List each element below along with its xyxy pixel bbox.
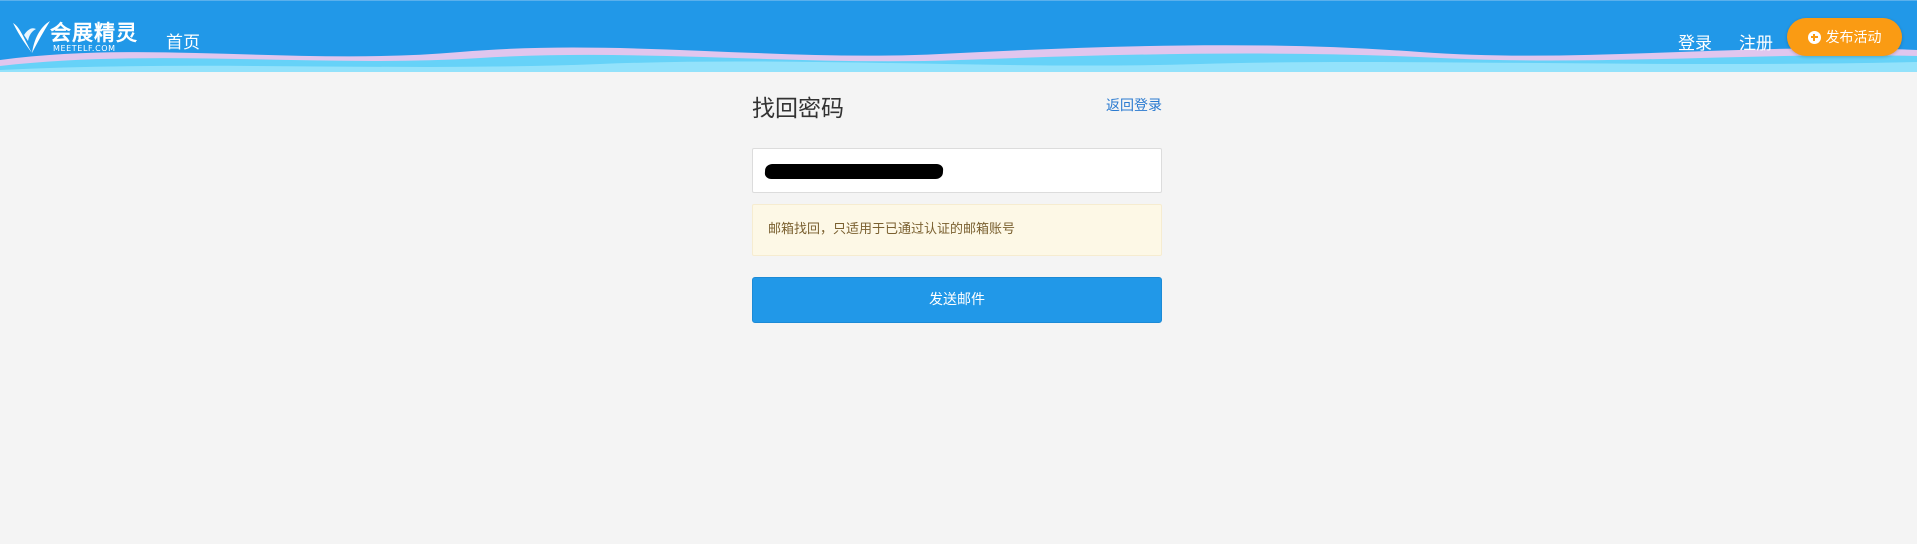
top-header: 会展精灵 MEETELF.COM 首页 登录 注册 发布活动	[0, 0, 1917, 72]
nav-login-link[interactable]: 登录	[1678, 29, 1712, 54]
logo-title: 会展精灵	[50, 21, 138, 45]
page-title: 找回密码	[752, 96, 844, 122]
logo-mark-icon	[13, 21, 50, 53]
publish-event-button[interactable]: 发布活动	[1787, 18, 1902, 56]
nav-home-link[interactable]: 首页	[166, 28, 200, 53]
email-reset-notice: 邮箱找回，只适用于已通过认证的邮箱账号	[752, 204, 1162, 256]
site-logo[interactable]: 会展精灵 MEETELF.COM	[10, 15, 140, 59]
email-input[interactable]	[752, 148, 1162, 193]
nav-register-link[interactable]: 注册	[1739, 29, 1773, 54]
logo-subtitle: MEETELF.COM	[53, 44, 116, 53]
plus-circle-icon	[1807, 30, 1821, 44]
header-wave-decoration	[0, 45, 1917, 72]
send-email-button[interactable]: 发送邮件	[752, 277, 1162, 323]
back-to-login-link[interactable]: 返回登录	[1106, 95, 1162, 115]
publish-event-label: 发布活动	[1825, 30, 1882, 46]
